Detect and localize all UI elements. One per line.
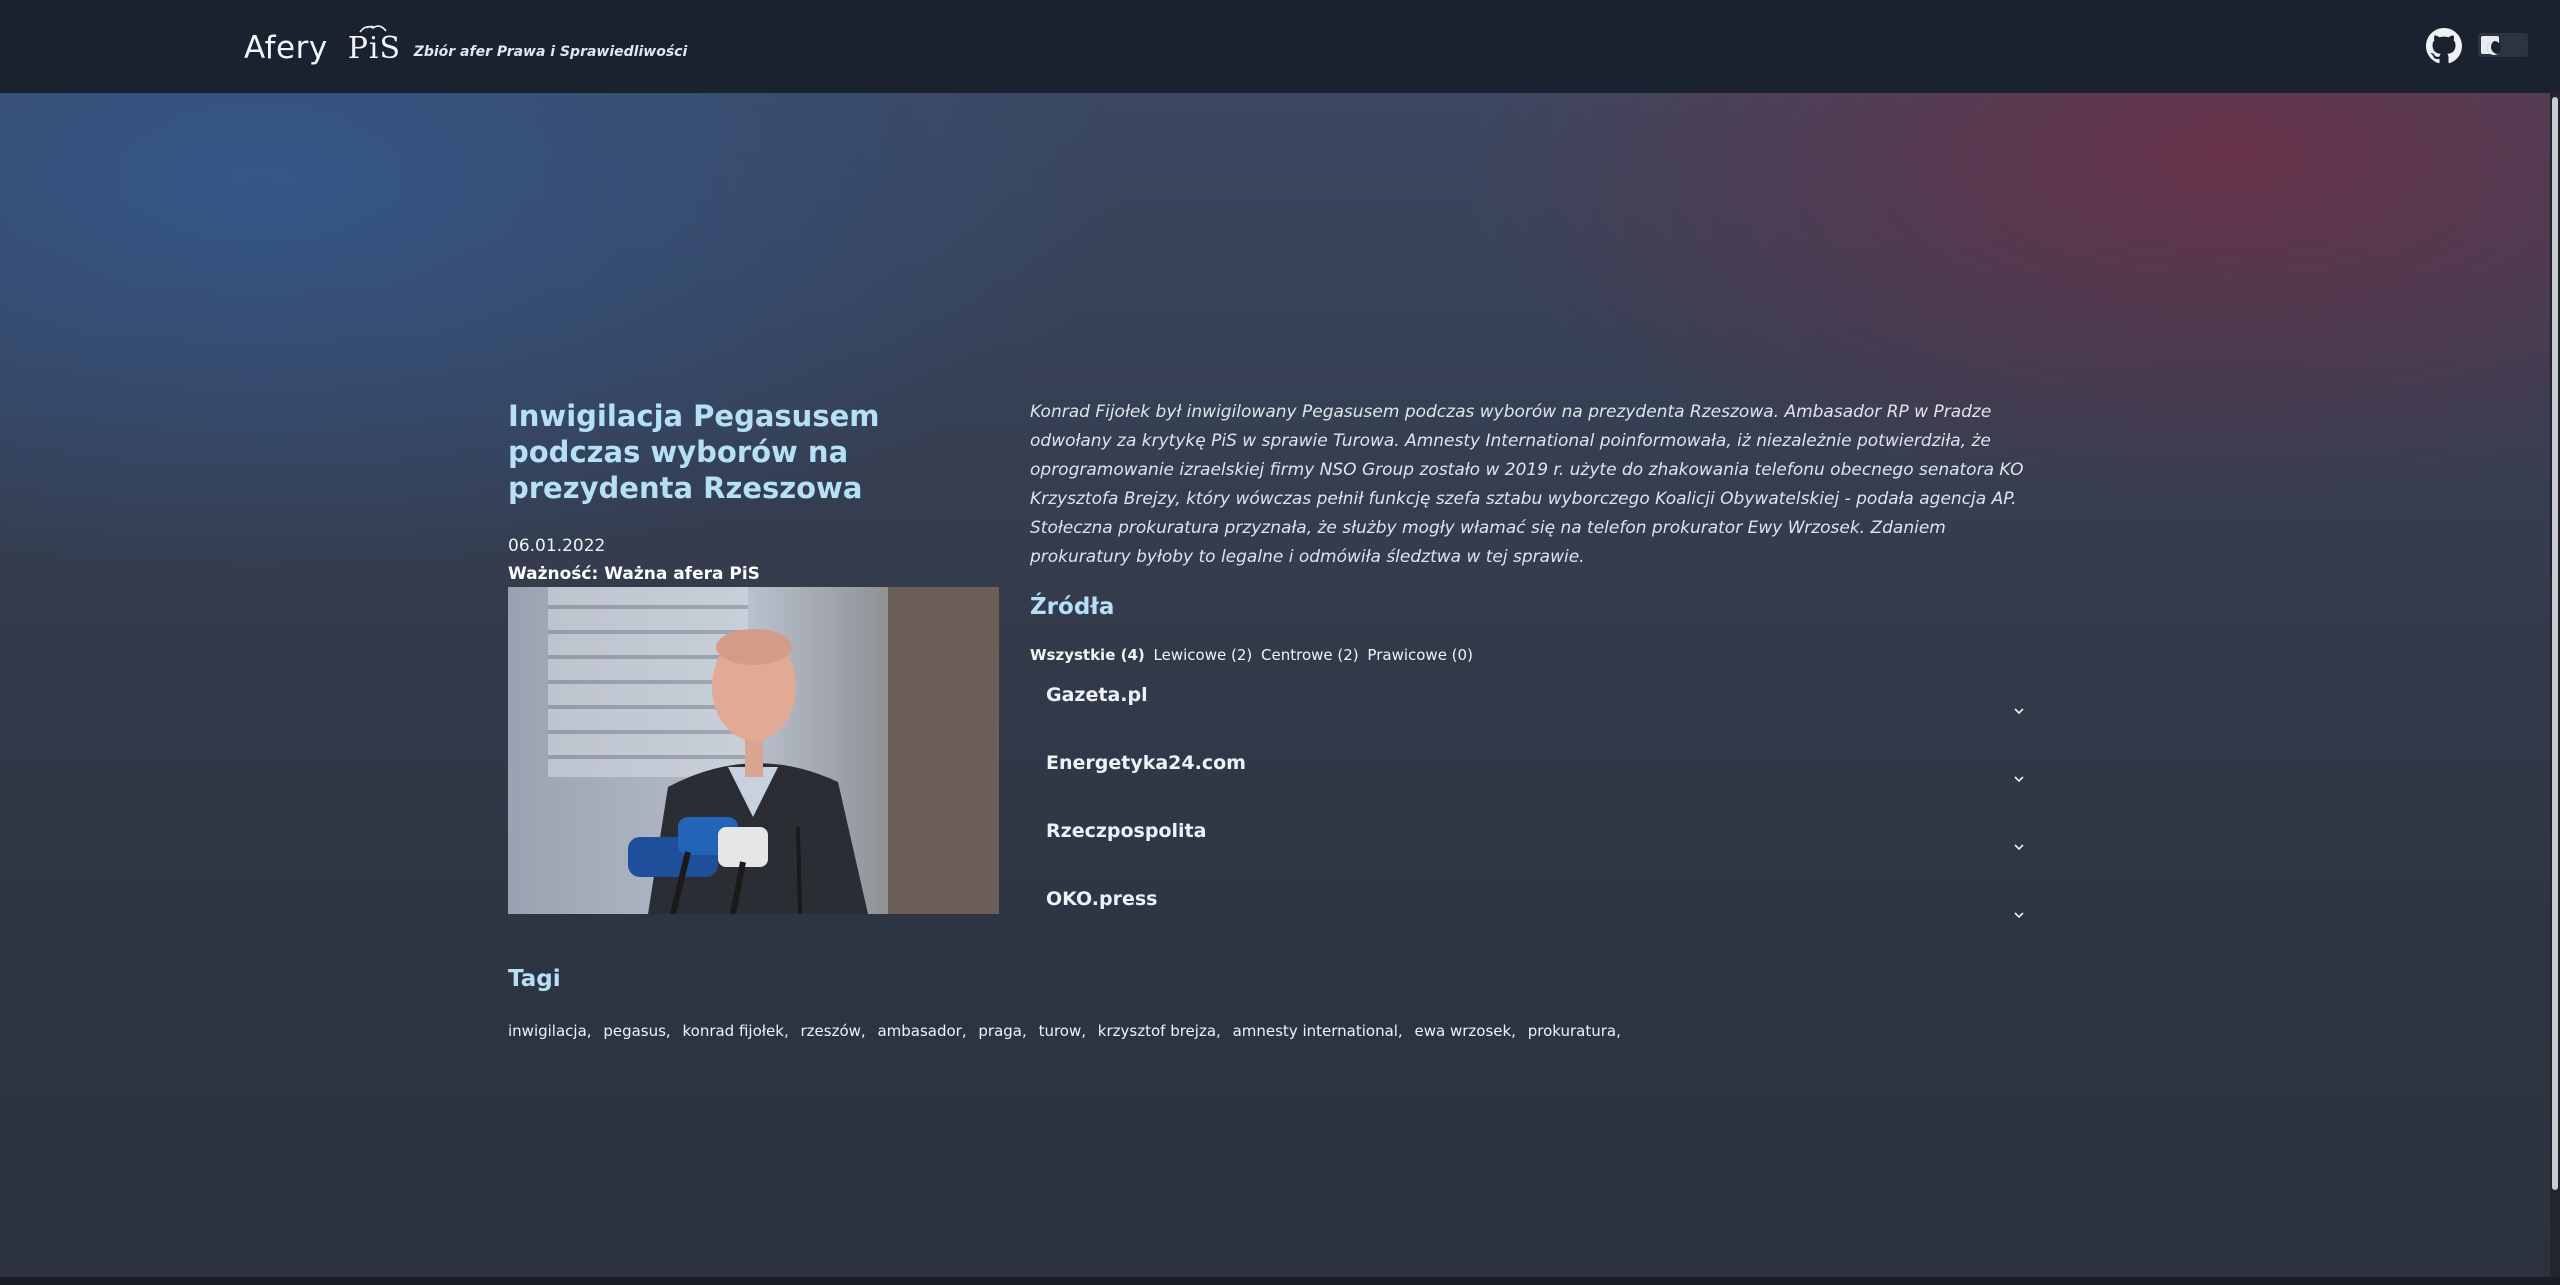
article-photo xyxy=(508,587,999,914)
tags-heading: Tagi xyxy=(508,966,561,992)
tag[interactable]: krzysztof brejza, xyxy=(1098,1022,1221,1040)
chevron-down-icon[interactable] xyxy=(2012,908,2026,922)
filter-all[interactable]: Wszystkie (4) xyxy=(1030,646,1145,664)
logo-text: PiS xyxy=(347,31,402,66)
source-name[interactable]: Gazeta.pl xyxy=(1046,684,1148,706)
tag[interactable]: turow, xyxy=(1039,1022,1086,1040)
source-name[interactable]: OKO.press xyxy=(1046,888,1157,910)
bottom-edge xyxy=(0,1277,2560,1285)
tag[interactable]: prokuratura, xyxy=(1528,1022,1621,1040)
tagline: Zbiór afer Prawa i Sprawiedliwości xyxy=(413,44,688,60)
scrollbar-thumb[interactable] xyxy=(2552,97,2558,1190)
article-meta: Inwigilacja Pegasusem podczas wyborów na… xyxy=(508,398,1008,584)
chevron-down-icon[interactable] xyxy=(2012,840,2026,854)
brand[interactable]: Afery PiS Zbiór afer Prawa i Sprawiedliw… xyxy=(244,24,687,66)
sources-heading: Źródła xyxy=(1030,594,1115,620)
filter-left[interactable]: Lewicowe (2) xyxy=(1154,646,1253,664)
filter-right[interactable]: Prawicowe (0) xyxy=(1367,646,1473,664)
source-item-okopress[interactable]: OKO.press xyxy=(1030,882,2040,950)
source-item-energetyka24[interactable]: Energetyka24.com xyxy=(1030,746,2040,814)
tag[interactable]: praga, xyxy=(978,1022,1026,1040)
tag[interactable]: rzeszów, xyxy=(801,1022,866,1040)
tag[interactable]: ewa wrzosek, xyxy=(1415,1022,1516,1040)
source-item-gazeta[interactable]: Gazeta.pl xyxy=(1030,678,2040,746)
pis-logo: PiS xyxy=(348,24,400,66)
portrait-image xyxy=(508,587,999,914)
source-filters: Wszystkie (4) Lewicowe (2) Centrowe (2) … xyxy=(1030,646,2040,664)
scrollbar[interactable] xyxy=(2550,93,2560,1277)
theme-toggle[interactable] xyxy=(2478,33,2528,57)
moon-icon xyxy=(2487,41,2501,55)
source-item-rzeczpospolita[interactable]: Rzeczpospolita xyxy=(1030,814,2040,882)
article-content: Konrad Fijołek był inwigilowany Pegasuse… xyxy=(1030,398,2040,950)
importance-label: Ważność: Ważna afera PiS xyxy=(508,564,760,584)
brand-name[interactable]: Afery xyxy=(244,30,328,66)
toggle-knob[interactable] xyxy=(2481,36,2501,55)
tag[interactable]: inwigilacja, xyxy=(508,1022,592,1040)
github-icon[interactable] xyxy=(2426,28,2462,64)
article-description: Konrad Fijołek był inwigilowany Pegasuse… xyxy=(1030,402,2024,567)
tag[interactable]: amnesty international, xyxy=(1233,1022,1403,1040)
tag[interactable]: konrad fijołek, xyxy=(682,1022,788,1040)
source-name[interactable]: Rzeczpospolita xyxy=(1046,820,1206,842)
article-date: 06.01.2022 xyxy=(508,536,606,556)
tag[interactable]: ambasador, xyxy=(877,1022,966,1040)
source-list: Gazeta.pl Energetyka24.com Rzeczpospolit… xyxy=(1030,678,2040,950)
source-name[interactable]: Energetyka24.com xyxy=(1046,752,1246,774)
chevron-down-icon[interactable] xyxy=(2012,704,2026,718)
tag[interactable]: pegasus, xyxy=(603,1022,670,1040)
chevron-down-icon[interactable] xyxy=(2012,772,2026,786)
top-navbar: Afery PiS Zbiór afer Prawa i Sprawiedliw… xyxy=(0,0,2560,93)
article-title: Inwigilacja Pegasusem podczas wyborów na… xyxy=(508,399,880,505)
tag-list: inwigilacja, pegasus, konrad fijołek, rz… xyxy=(508,1022,1628,1040)
filter-center[interactable]: Centrowe (2) xyxy=(1261,646,1359,664)
